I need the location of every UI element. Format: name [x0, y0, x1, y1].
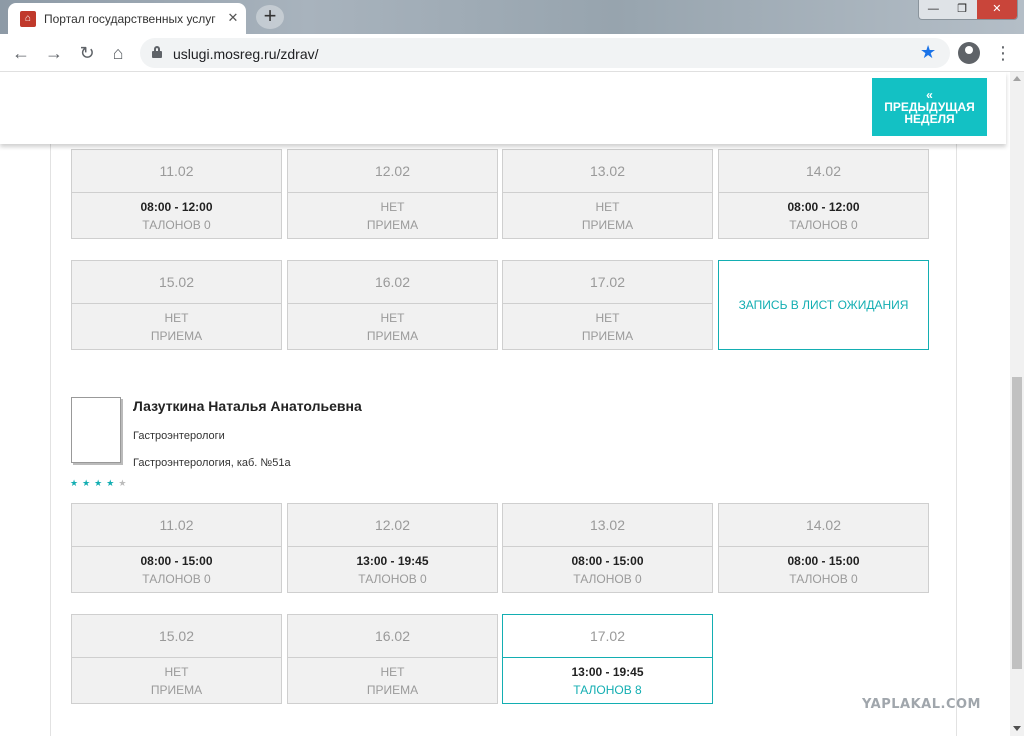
- day-date: 17.02: [503, 261, 712, 304]
- schedule-day-cell[interactable]: 14.02 08:00 - 15:00 ТАЛОНОВ 0: [718, 503, 929, 593]
- window-controls: — ❐ ✕: [918, 0, 1018, 20]
- star-icon: ★: [106, 478, 119, 488]
- tab-title: Портал государственных услуг: [44, 12, 216, 26]
- day-status-sub: ПРИЕМА: [366, 328, 419, 343]
- browser-toolbar: ← → ↻ ⌂ uslugi.mosreg.ru/zdrav/ ★ ⋮: [0, 34, 1024, 72]
- page-scrollbar[interactable]: [1010, 72, 1024, 736]
- schedule-day-cell: 13.02 НЕТ ПРИЕМА: [502, 149, 713, 239]
- schedule-day-cell: 15.02 НЕТ ПРИЕМА: [71, 614, 282, 704]
- home-icon[interactable]: ⌂: [106, 41, 130, 65]
- day-date: 13.02: [503, 504, 712, 547]
- schedule-day-cell[interactable]: 13.02 08:00 - 15:00 ТАЛОНОВ 0: [502, 503, 713, 593]
- schedule-day-cell[interactable]: 11.02 08:00 - 15:00 ТАЛОНОВ 0: [71, 503, 282, 593]
- day-hours: 08:00 - 15:00: [571, 553, 644, 568]
- site-favicon-icon: ⌂: [20, 11, 36, 27]
- url-text[interactable]: uslugi.mosreg.ru/zdrav/: [173, 46, 319, 62]
- day-status: НЕТ: [380, 664, 405, 679]
- schedule-day-cell: 15.02 НЕТ ПРИЕМА: [71, 260, 282, 350]
- day-status-sub: ПРИЕМА: [366, 682, 419, 697]
- schedule-day-cell: 16.02 НЕТ ПРИЕМА: [287, 260, 498, 350]
- star-icon: ★: [94, 478, 107, 488]
- day-hours: 08:00 - 15:00: [140, 553, 213, 568]
- day-date: 12.02: [288, 504, 497, 547]
- scroll-thumb[interactable]: [1012, 377, 1022, 669]
- day-date: 17.02: [503, 615, 712, 658]
- day-status: НЕТ: [595, 310, 620, 325]
- forward-arrow-icon[interactable]: →: [42, 41, 66, 65]
- day-status-sub: ПРИЕМА: [366, 217, 419, 232]
- day-date: 16.02: [288, 261, 497, 304]
- day-status: НЕТ: [380, 310, 405, 325]
- day-tickets: ТАЛОНОВ 8: [573, 682, 642, 697]
- day-status: НЕТ: [380, 199, 405, 214]
- day-status-sub: ПРИЕМА: [150, 682, 203, 697]
- sticky-header: « ПРЕДЫДУЩАЯ НЕДЕЛЯ: [0, 72, 1006, 144]
- schedule-day-cell[interactable]: 11.02 08:00 - 12:00 ТАЛОНОВ 0: [71, 149, 282, 239]
- schedule-day-cell: 16.02 НЕТ ПРИЕМА: [287, 614, 498, 704]
- day-date: 11.02: [72, 504, 281, 547]
- lock-icon: [152, 46, 162, 58]
- day-tickets: ТАЛОНОВ 0: [789, 571, 858, 586]
- day-hours: 08:00 - 12:00: [787, 199, 860, 214]
- day-date: 12.02: [288, 150, 497, 193]
- reload-icon[interactable]: ↻: [75, 41, 99, 65]
- scroll-up-arrow-icon[interactable]: [1013, 76, 1021, 81]
- previous-week-label: ПРЕДЫДУЩАЯ НЕДЕЛЯ: [884, 100, 975, 126]
- page-viewport: « ПРЕДЫДУЩАЯ НЕДЕЛЯ 11.02 08:00 - 12:00 Т…: [0, 72, 1010, 736]
- schedule-day-cell: 17.02 НЕТ ПРИЕМА: [502, 260, 713, 350]
- maximize-button[interactable]: ❐: [948, 0, 977, 19]
- day-date: 13.02: [503, 150, 712, 193]
- watermark: YAPLAKAL.COM: [862, 697, 981, 712]
- schedule-day-cell: 12.02 НЕТ ПРИЕМА: [287, 149, 498, 239]
- day-hours: 08:00 - 12:00: [140, 199, 213, 214]
- bookmark-star-icon[interactable]: ★: [920, 42, 936, 63]
- day-hours: 13:00 - 19:45: [571, 664, 644, 679]
- new-tab-button[interactable]: +: [256, 5, 284, 29]
- schedule-day-cell[interactable]: 14.02 08:00 - 12:00 ТАЛОНОВ 0: [718, 149, 929, 239]
- schedule-day-cell[interactable]: 12.02 13:00 - 19:45 ТАЛОНОВ 0: [287, 503, 498, 593]
- star-icon: ★: [82, 478, 95, 488]
- day-hours: 13:00 - 19:45: [356, 553, 429, 568]
- day-date: 14.02: [719, 150, 928, 193]
- day-date: 14.02: [719, 504, 928, 547]
- minimize-button[interactable]: —: [919, 0, 948, 19]
- day-tickets: ТАЛОНОВ 0: [573, 571, 642, 586]
- previous-week-button[interactable]: « ПРЕДЫДУЩАЯ НЕДЕЛЯ: [872, 78, 987, 136]
- star-icon: ★: [70, 478, 83, 488]
- address-bar[interactable]: uslugi.mosreg.ru/zdrav/ ★: [140, 38, 950, 68]
- scroll-down-arrow-icon[interactable]: [1013, 726, 1021, 731]
- day-hours: 08:00 - 15:00: [787, 553, 860, 568]
- waitlist-button[interactable]: ЗАПИСЬ В ЛИСТ ОЖИДАНИЯ: [718, 260, 929, 350]
- window-close-button[interactable]: ✕: [976, 0, 1018, 19]
- browser-tab[interactable]: ⌂ Портал государственных услуг ✕: [8, 3, 246, 34]
- tab-close-icon[interactable]: ✕: [224, 9, 242, 27]
- day-status: НЕТ: [164, 664, 189, 679]
- schedule-day-cell-available[interactable]: 17.02 13:00 - 19:45 ТАЛОНОВ 8: [502, 614, 713, 704]
- day-status: НЕТ: [164, 310, 189, 325]
- doctor-photo: [71, 397, 121, 463]
- day-status: НЕТ: [595, 199, 620, 214]
- day-status-sub: ПРИЕМА: [581, 217, 634, 232]
- back-arrow-icon[interactable]: ←: [9, 41, 33, 65]
- doctor-room: Гастроэнтерология, каб. №51а: [133, 457, 291, 469]
- day-date: 15.02: [72, 615, 281, 658]
- day-tickets: ТАЛОНОВ 0: [142, 571, 211, 586]
- browser-menu-icon[interactable]: ⋮: [994, 41, 1012, 65]
- doctor-name[interactable]: Лазуткина Наталья Анатольевна: [133, 398, 362, 414]
- doctor-specialty: Гастроэнтерологи: [133, 430, 225, 442]
- doctor-rating: ★★★★★: [70, 478, 130, 489]
- day-date: 11.02: [72, 150, 281, 193]
- day-status-sub: ПРИЕМА: [150, 328, 203, 343]
- day-tickets: ТАЛОНОВ 0: [789, 217, 858, 232]
- day-date: 15.02: [72, 261, 281, 304]
- day-tickets: ТАЛОНОВ 0: [358, 571, 427, 586]
- day-status-sub: ПРИЕМА: [581, 328, 634, 343]
- star-empty-icon: ★: [118, 478, 131, 488]
- day-tickets: ТАЛОНОВ 0: [142, 217, 211, 232]
- day-date: 16.02: [288, 615, 497, 658]
- profile-avatar-icon[interactable]: [958, 42, 980, 64]
- browser-tab-bar: ⌂ Портал государственных услуг ✕ + — ❐ ✕: [0, 0, 1024, 34]
